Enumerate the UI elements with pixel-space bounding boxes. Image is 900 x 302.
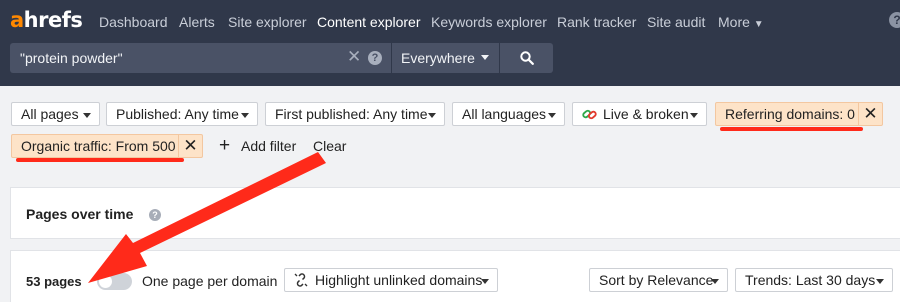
unlink-icon — [294, 273, 308, 287]
nav-site-audit[interactable]: Site audit — [647, 14, 705, 30]
ahrefs-logo[interactable]: ahrefs — [10, 8, 83, 32]
sort-dropdown[interactable]: Sort by Relevance — [589, 268, 728, 292]
referring-domains-label: Referring domains: 0 — [725, 106, 855, 122]
organic-traffic-label: Organic traffic: From 500 — [21, 138, 176, 154]
remove-filter-icon[interactable]: ✕ — [858, 103, 882, 125]
organic-traffic-filter[interactable]: Organic traffic: From 500 ✕ — [11, 134, 203, 158]
all-pages-filter[interactable]: All pages — [11, 102, 100, 126]
remove-filter-icon[interactable]: ✕ — [178, 135, 202, 157]
caret-down-icon: ▼ — [753, 19, 764, 30]
search-help-icon[interactable]: ? — [368, 51, 382, 65]
trends-label: Trends: Last 30 days — [745, 272, 876, 288]
languages-filter[interactable]: All languages — [452, 102, 565, 126]
first-published-filter[interactable]: First published: Any time — [265, 102, 445, 126]
languages-label: All languages — [462, 106, 547, 122]
search-scope-value: Everywhere — [401, 50, 475, 66]
nav-more-label: More — [718, 14, 750, 30]
pages-over-time-panel: Pages over time ? — [10, 187, 900, 239]
highlight-unlinked-dropdown[interactable]: Highlight unlinked domains — [284, 268, 498, 292]
search-input[interactable]: "protein powder" ✕ ? — [10, 43, 391, 73]
nav-rank-tracker[interactable]: Rank tracker — [557, 14, 636, 30]
toggle-knob — [99, 275, 112, 288]
search-scope-select[interactable]: Everywhere — [392, 43, 499, 73]
nav-dashboard[interactable]: Dashboard — [99, 14, 168, 30]
nav-content-explorer[interactable]: Content explorer — [317, 14, 421, 30]
caret-down-icon — [481, 55, 489, 60]
caret-down-icon — [428, 113, 436, 118]
caret-down-icon — [241, 113, 249, 118]
published-label: Published: Any time — [116, 106, 239, 122]
add-filter-button[interactable]: Add filter — [241, 138, 296, 154]
first-published-label: First published: Any time — [275, 106, 428, 122]
highlight-unlinked-label: Highlight unlinked domains — [315, 272, 483, 288]
caret-down-icon — [876, 279, 884, 284]
help-icon[interactable]: ? — [889, 12, 900, 28]
live-broken-filter[interactable]: Live & broken — [572, 102, 707, 126]
help-icon[interactable]: ? — [149, 209, 161, 221]
nav-site-explorer[interactable]: Site explorer — [228, 14, 307, 30]
referring-domains-filter[interactable]: Referring domains: 0 ✕ — [715, 102, 883, 126]
top-navigation: ahrefs Dashboard Alerts Site explorer Co… — [0, 0, 900, 86]
clear-filters-button[interactable]: Clear — [313, 138, 346, 154]
annotation-underline — [720, 127, 863, 131]
sort-label: Sort by Relevance — [599, 272, 714, 288]
published-filter[interactable]: Published: Any time — [106, 102, 258, 126]
plus-icon: + — [219, 135, 231, 156]
trends-dropdown[interactable]: Trends: Last 30 days — [735, 268, 893, 292]
one-page-per-domain-label: One page per domain — [142, 273, 278, 289]
caret-down-icon — [83, 113, 91, 118]
nav-keywords-explorer[interactable]: Keywords explorer — [431, 14, 547, 30]
live-broken-label: Live & broken — [603, 106, 689, 122]
clear-search-icon[interactable]: ✕ — [347, 47, 361, 67]
one-page-per-domain-toggle[interactable] — [97, 273, 132, 290]
search-icon — [520, 51, 534, 65]
search-query-text: "protein powder" — [20, 50, 123, 66]
caret-down-icon — [711, 279, 719, 284]
caret-down-icon — [548, 113, 556, 118]
annotation-underline — [16, 158, 184, 162]
search-button[interactable] — [500, 43, 553, 73]
nav-alerts[interactable]: Alerts — [179, 14, 215, 30]
pages-over-time-title: Pages over time — [26, 206, 134, 222]
all-pages-label: All pages — [21, 106, 79, 122]
caret-down-icon — [481, 279, 489, 284]
caret-down-icon — [690, 113, 698, 118]
results-count: 53 pages — [26, 274, 82, 289]
nav-more[interactable]: More ▼ — [718, 14, 764, 30]
link-status-icon — [582, 109, 597, 120]
filter-bar — [0, 86, 900, 176]
